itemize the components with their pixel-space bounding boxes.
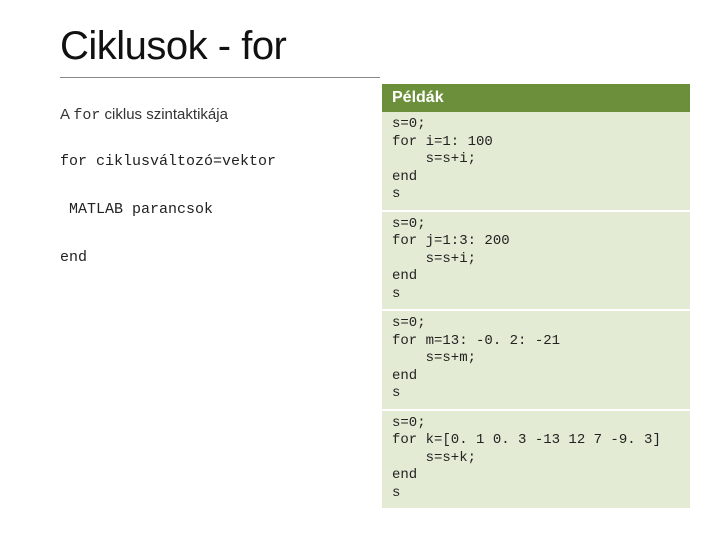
syntax-caption: A for ciklus szintaktikája <box>60 106 370 124</box>
examples-header: Példák <box>382 84 690 112</box>
example-block: s=0; for m=13: -0. 2: -21 s=s+m; end s <box>382 311 690 411</box>
example-block: s=0; for i=1: 100 s=s+i; end s <box>382 112 690 212</box>
left-column: A for ciklus szintaktikája for ciklusvál… <box>60 84 370 530</box>
slide: Ciklusok - for A for ciklus szintaktikáj… <box>0 0 720 540</box>
title-block: Ciklusok - for <box>60 24 690 78</box>
page-title: Ciklusok - for <box>60 24 690 69</box>
caption-mono: for <box>73 107 100 124</box>
title-rule <box>60 77 380 78</box>
example-block: s=0; for k=[0. 1 0. 3 -13 12 7 -9. 3] s=… <box>382 411 690 509</box>
content-row: A for ciklus szintaktikája for ciklusvál… <box>60 84 690 530</box>
syntax-body: for ciklusváltozó=vektor MATLAB parancso… <box>60 150 370 270</box>
example-block: s=0; for j=1:3: 200 s=s+i; end s <box>382 212 690 312</box>
right-column: Példák s=0; for i=1: 100 s=s+i; end s s=… <box>382 84 690 530</box>
caption-suffix: ciklus szintaktikája <box>100 106 228 123</box>
caption-prefix: A <box>60 106 73 123</box>
